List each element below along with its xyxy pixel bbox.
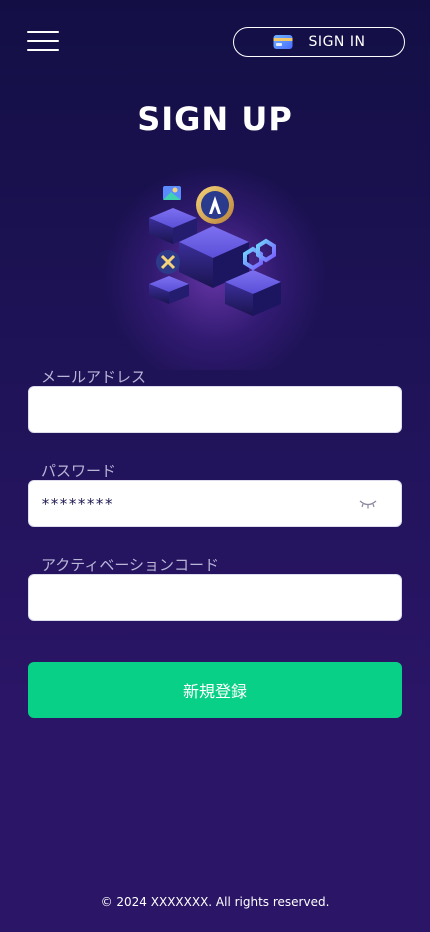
password-input[interactable] — [41, 481, 361, 526]
sign-in-button[interactable]: SIGN IN — [233, 27, 405, 57]
wallet-icon — [273, 35, 293, 49]
email-label: メールアドレス — [41, 368, 147, 386]
cube-left-bottom — [149, 276, 189, 304]
activation-code-field[interactable] — [28, 574, 402, 621]
chain-link-icon — [243, 238, 276, 271]
activation-code-input[interactable] — [41, 575, 361, 620]
sign-in-label: SIGN IN — [308, 34, 366, 50]
hamburger-menu-icon[interactable] — [27, 30, 59, 52]
token-coin-icon — [196, 186, 234, 224]
password-label: パスワード — [41, 462, 117, 480]
top-bar: SIGN IN — [0, 0, 430, 90]
nft-image-icon — [163, 186, 181, 200]
blockchain-cubes-illustration — [149, 186, 281, 316]
register-button[interactable]: 新規登録 — [28, 662, 402, 718]
eye-closed-icon[interactable] — [359, 498, 377, 510]
activation-code-label: アクティベーションコード — [41, 556, 220, 574]
copyright-text: © 2024 XXXXXXX. All rights reserved. — [100, 895, 330, 909]
email-input[interactable] — [41, 387, 361, 432]
email-field[interactable] — [28, 386, 402, 433]
page-title: SIGN UP — [137, 100, 293, 138]
hero-illustration — [105, 160, 325, 370]
password-field[interactable] — [28, 480, 402, 527]
x-token-icon — [156, 250, 180, 274]
